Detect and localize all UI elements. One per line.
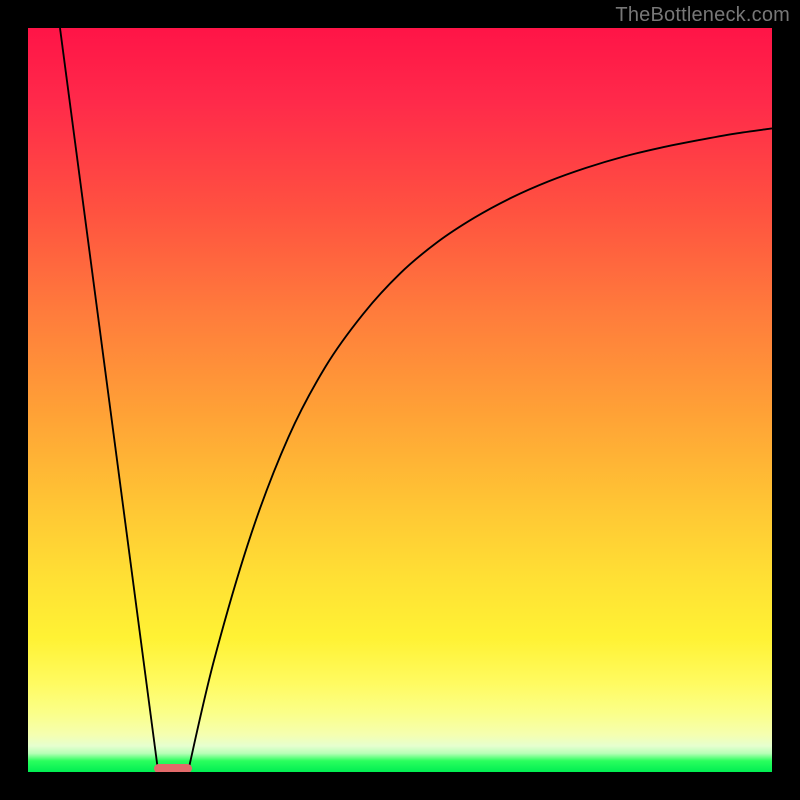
bottleneck-curve xyxy=(28,28,772,772)
chart-frame: TheBottleneck.com xyxy=(0,0,800,800)
watermark-text: TheBottleneck.com xyxy=(615,4,790,27)
curve-left-branch xyxy=(60,28,158,772)
minimum-marker xyxy=(154,764,191,772)
plot-area xyxy=(28,28,772,772)
curve-right-branch xyxy=(188,128,772,772)
